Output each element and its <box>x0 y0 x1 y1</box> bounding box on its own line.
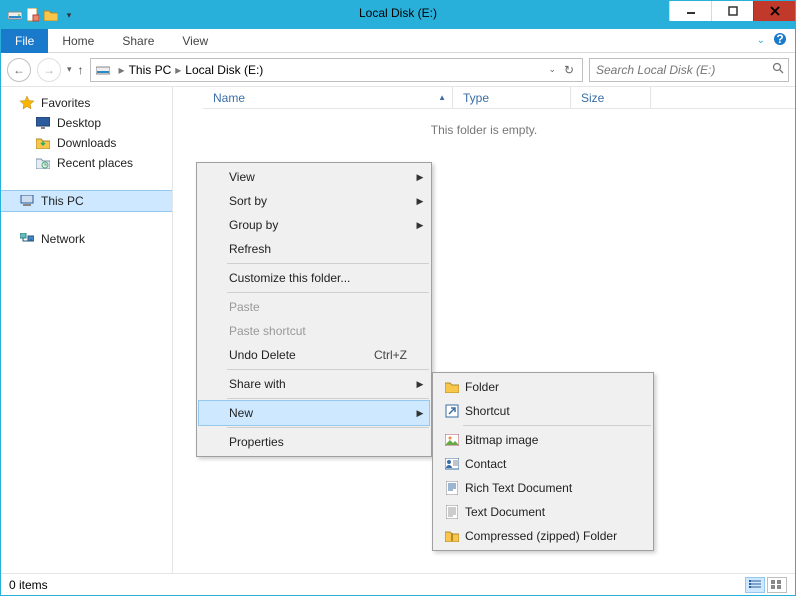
home-tab[interactable]: Home <box>48 30 108 52</box>
ctx-paste: Paste <box>199 295 429 319</box>
search-box[interactable] <box>589 58 789 82</box>
folder-icon <box>444 379 460 395</box>
properties-icon[interactable] <box>25 7 41 23</box>
sidebar-item-desktop[interactable]: Desktop <box>1 113 172 133</box>
maximize-button[interactable] <box>711 1 753 21</box>
new-folder-icon[interactable] <box>43 7 59 23</box>
titlebar: ▾ Local Disk (E:) <box>1 1 795 29</box>
explorer-window: ▾ Local Disk (E:) File Home Share View ⌄… <box>0 0 796 596</box>
ctx-properties[interactable]: Properties <box>199 430 429 454</box>
new-shortcut[interactable]: Shortcut <box>435 399 651 423</box>
recent-icon <box>35 155 51 171</box>
drive-icon <box>95 62 111 78</box>
ctx-new[interactable]: New▶ <box>199 401 429 425</box>
rtf-icon <box>444 480 460 496</box>
large-icons-view-button[interactable] <box>767 577 787 593</box>
shortcut-icon <box>444 403 460 419</box>
favorites-node[interactable]: Favorites <box>1 93 172 113</box>
chevron-right-icon: ▶ <box>415 220 425 231</box>
ctx-view[interactable]: View▶ <box>199 165 429 189</box>
status-count: 0 items <box>9 578 48 592</box>
new-rtf[interactable]: Rich Text Document <box>435 476 651 500</box>
star-icon <box>19 95 35 111</box>
ribbon-expand-icon[interactable]: ⌄ <box>757 35 765 46</box>
new-contact[interactable]: Contact <box>435 452 651 476</box>
network-icon <box>19 231 35 247</box>
sort-asc-icon: ▲ <box>438 93 446 102</box>
chevron-right-icon: ▶ <box>415 408 425 419</box>
address-bar: ← → ▾ ↑ ▸ This PC ▸ Local Disk (E:) ⌄ ↻ <box>1 53 795 87</box>
ctx-paste-shortcut: Paste shortcut <box>199 319 429 343</box>
new-txt[interactable]: Text Document <box>435 500 651 524</box>
window-title: Local Disk (E:) <box>359 6 437 20</box>
zip-icon <box>444 528 460 544</box>
ctx-refresh[interactable]: Refresh <box>199 237 429 261</box>
column-name[interactable]: Name▲ <box>203 87 453 108</box>
navigation-pane: Favorites Desktop Downloads Recent place… <box>1 87 173 573</box>
ribbon: File Home Share View ⌄ ? <box>1 29 795 53</box>
network-node[interactable]: Network <box>1 229 172 249</box>
ctx-undo-delete[interactable]: Undo DeleteCtrl+Z <box>199 343 429 367</box>
chevron-right-icon[interactable]: ▸ <box>175 63 181 77</box>
file-tab[interactable]: File <box>1 29 48 53</box>
ctx-share-with[interactable]: Share with▶ <box>199 372 429 396</box>
ctx-customize[interactable]: Customize this folder... <box>199 266 429 290</box>
new-bitmap[interactable]: Bitmap image <box>435 428 651 452</box>
details-view-button[interactable] <box>745 577 765 593</box>
close-button[interactable] <box>753 1 795 21</box>
downloads-icon <box>35 135 51 151</box>
refresh-icon[interactable]: ↻ <box>560 61 578 79</box>
search-icon[interactable] <box>772 62 784 77</box>
search-input[interactable] <box>594 62 772 78</box>
address-dropdown-icon[interactable]: ⌄ <box>548 64 556 75</box>
computer-icon <box>19 193 35 209</box>
share-tab[interactable]: Share <box>108 30 168 52</box>
breadcrumb-segment-root[interactable]: This PC <box>129 63 172 77</box>
thispc-node[interactable]: This PC <box>1 191 172 211</box>
sidebar-item-recent[interactable]: Recent places <box>1 153 172 173</box>
drive-icon <box>7 7 23 23</box>
breadcrumb-segment-leaf[interactable]: Local Disk (E:) <box>185 63 263 77</box>
recent-locations-icon[interactable]: ▾ <box>67 64 72 75</box>
context-menu: View▶ Sort by▶ Group by▶ Refresh Customi… <box>196 162 432 457</box>
contact-icon <box>444 456 460 472</box>
status-bar: 0 items <box>1 573 795 595</box>
chevron-right-icon[interactable]: ▸ <box>119 63 125 77</box>
back-button[interactable]: ← <box>7 58 31 82</box>
help-icon[interactable]: ? <box>773 32 787 49</box>
breadcrumb[interactable]: ▸ This PC ▸ Local Disk (E:) ⌄ ↻ <box>90 58 583 82</box>
desktop-icon <box>35 115 51 131</box>
empty-folder-message: This folder is empty. <box>173 123 795 137</box>
view-tab[interactable]: View <box>168 30 222 52</box>
text-icon <box>444 504 460 520</box>
chevron-right-icon: ▶ <box>415 196 425 207</box>
column-type[interactable]: Type <box>453 87 571 108</box>
new-folder[interactable]: Folder <box>435 375 651 399</box>
qat-dropdown-icon[interactable]: ▾ <box>61 7 77 23</box>
ctx-group-by[interactable]: Group by▶ <box>199 213 429 237</box>
up-button[interactable]: ↑ <box>78 63 84 77</box>
system-buttons <box>669 1 795 21</box>
column-headers: Name▲ Type Size <box>203 87 795 109</box>
forward-button[interactable]: → <box>37 58 61 82</box>
chevron-right-icon: ▶ <box>415 172 425 183</box>
column-size[interactable]: Size <box>571 87 651 108</box>
new-zip[interactable]: Compressed (zipped) Folder <box>435 524 651 548</box>
new-submenu: Folder Shortcut Bitmap image Contact Ric… <box>432 372 654 551</box>
sidebar-item-downloads[interactable]: Downloads <box>1 133 172 153</box>
ctx-sort-by[interactable]: Sort by▶ <box>199 189 429 213</box>
quick-access-toolbar: ▾ <box>7 7 77 23</box>
bitmap-icon <box>444 432 460 448</box>
chevron-right-icon: ▶ <box>415 379 425 390</box>
minimize-button[interactable] <box>669 1 711 21</box>
svg-text:?: ? <box>776 32 783 46</box>
